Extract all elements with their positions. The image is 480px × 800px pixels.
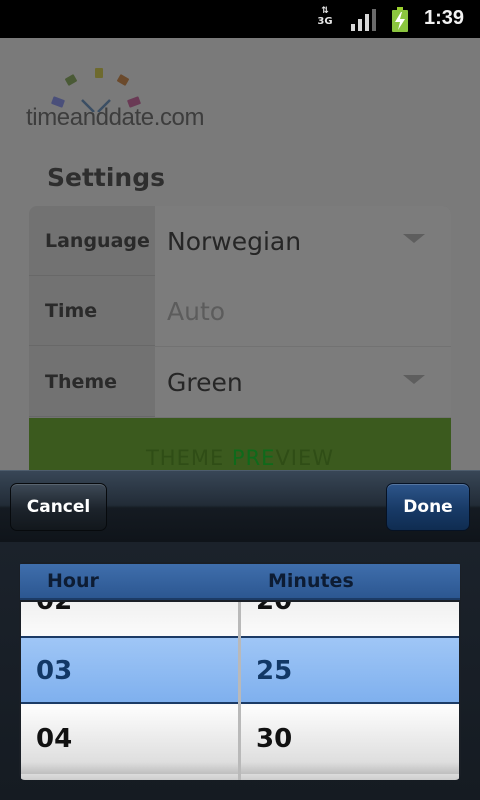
minute-selected-value: 25 xyxy=(256,656,293,686)
status-bar: ⇅ 3G 1:39 xyxy=(0,0,480,38)
picker-toolbar: Cancel Done xyxy=(0,470,480,542)
language-row[interactable]: Language Norwegian xyxy=(29,206,451,276)
signal-icon xyxy=(351,9,376,31)
theme-value: Green xyxy=(167,368,243,397)
logo-text: timeanddate.com xyxy=(26,104,205,131)
picker-frame: Hour Minutes 02 03 04 20 25 30 xyxy=(19,562,461,780)
minutes-column-header: Minutes xyxy=(268,570,354,592)
minute-option-selected[interactable]: 25 xyxy=(241,636,459,704)
hour-next-value: 04 xyxy=(36,724,73,754)
time-label: Time xyxy=(45,300,98,322)
minute-option-prev[interactable]: 20 xyxy=(241,602,459,636)
hour-selected-value: 03 xyxy=(36,656,73,686)
network-3g-icon: ⇅ 3G xyxy=(317,6,333,28)
preview-text-highlight: PRE xyxy=(231,446,276,470)
chevron-down-icon xyxy=(403,375,425,384)
time-value: Auto xyxy=(167,297,226,326)
hour-option-prev[interactable]: 02 xyxy=(21,602,238,636)
picker-header: Hour Minutes xyxy=(20,564,460,600)
minute-option-next[interactable]: 30 xyxy=(241,706,459,774)
language-value: Norwegian xyxy=(167,227,302,256)
hour-column-header: Hour xyxy=(47,570,99,592)
preview-text-start: THEME xyxy=(145,446,232,470)
hour-option-selected[interactable]: 03 xyxy=(21,636,238,704)
language-select[interactable]: Norwegian xyxy=(155,206,451,276)
theme-row[interactable]: Theme Green xyxy=(29,347,451,417)
hour-prev-value: 02 xyxy=(36,602,72,616)
language-label: Language xyxy=(45,230,150,252)
preview-text-end: VIEW xyxy=(275,446,335,470)
hour-option-next[interactable]: 04 xyxy=(21,706,238,774)
theme-select[interactable]: Green xyxy=(155,347,451,417)
minute-prev-value: 20 xyxy=(256,602,292,616)
time-picker: Hour Minutes 02 03 04 20 25 30 xyxy=(0,542,480,800)
chevron-down-icon xyxy=(403,234,425,243)
settings-title: Settings xyxy=(47,163,166,192)
cancel-button[interactable]: Cancel xyxy=(10,483,107,531)
battery-charging-icon xyxy=(392,7,408,32)
hour-wheel[interactable]: 02 03 04 xyxy=(21,602,238,780)
minute-next-value: 30 xyxy=(256,724,293,754)
timeanddate-logo: timeanddate.com xyxy=(22,62,252,142)
minutes-wheel[interactable]: 20 25 30 xyxy=(241,602,459,780)
status-time: 1:39 xyxy=(424,7,465,29)
settings-card: Language Norwegian Time Auto Theme Green… xyxy=(29,206,451,470)
theme-label: Theme xyxy=(45,371,118,393)
time-row[interactable]: Time Auto xyxy=(29,276,451,346)
app-background: timeanddate.com Settings Language Norweg… xyxy=(0,38,480,470)
theme-preview: THEME PREVIEW xyxy=(29,418,451,470)
time-field[interactable]: Auto xyxy=(155,276,451,346)
done-button[interactable]: Done xyxy=(386,483,470,531)
theme-preview-label: THEME PREVIEW xyxy=(29,446,451,470)
